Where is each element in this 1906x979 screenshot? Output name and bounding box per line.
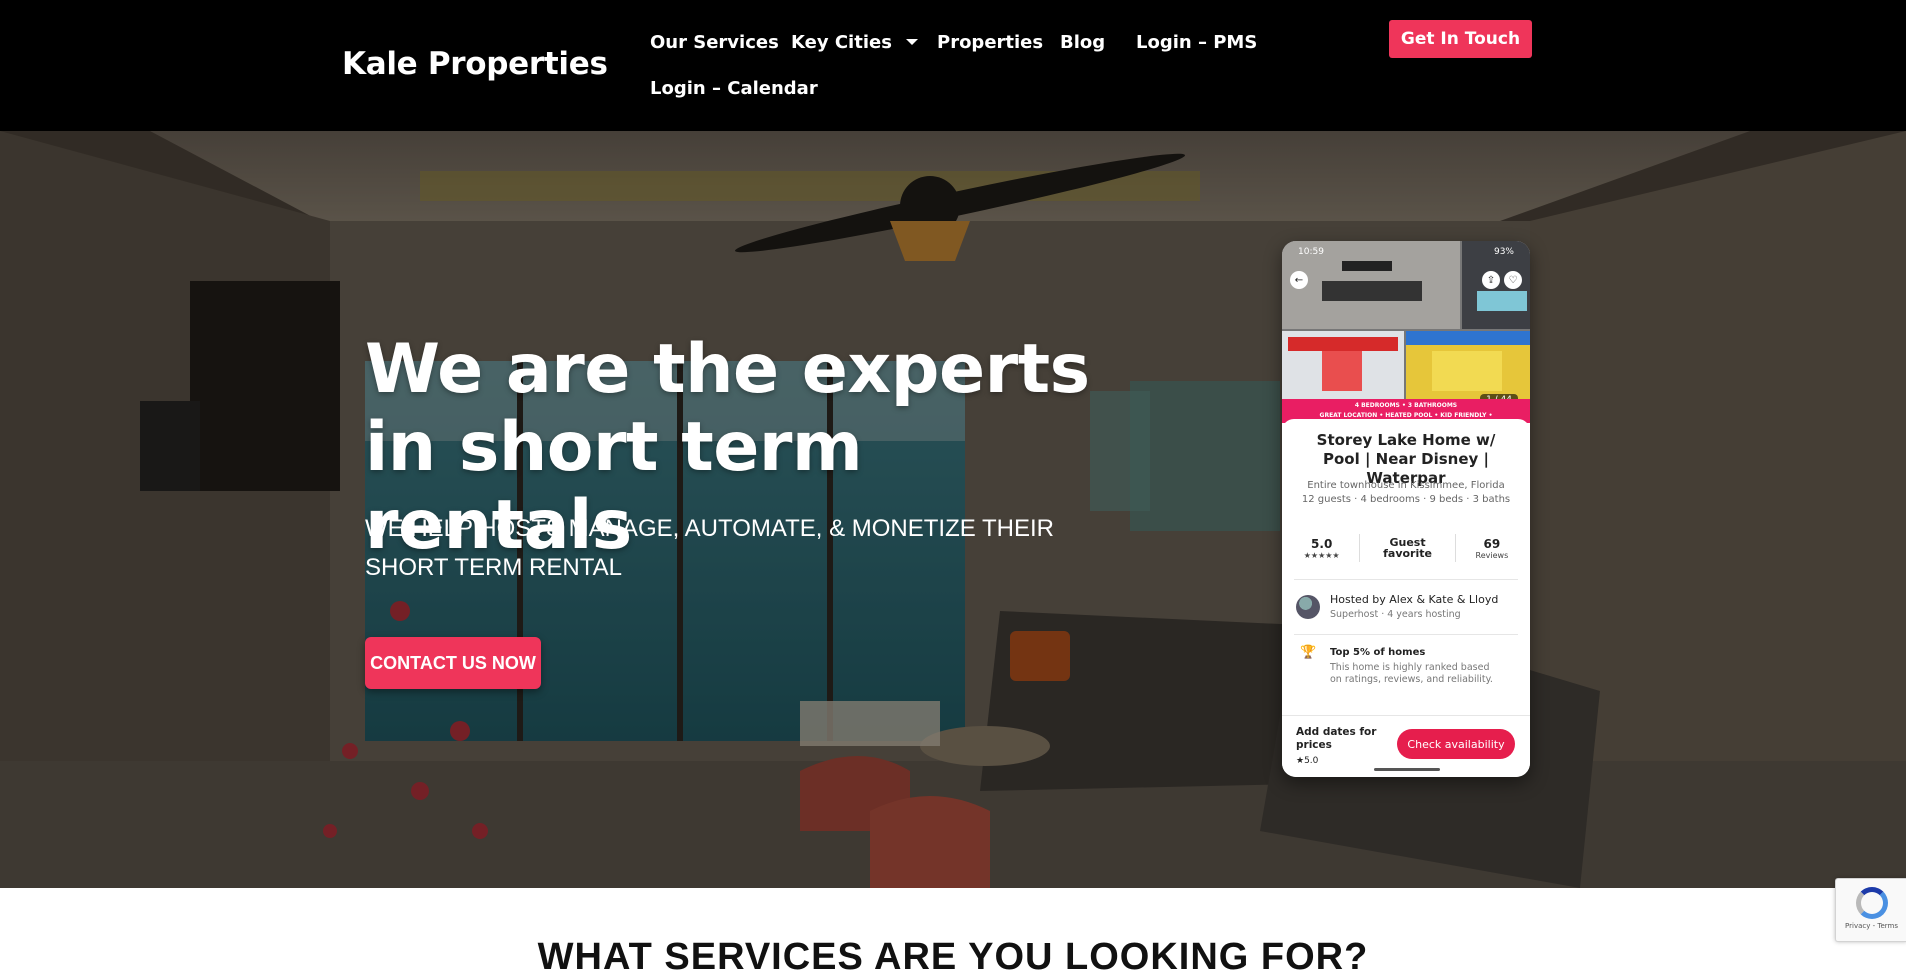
nav-our-services[interactable]: Our Services xyxy=(650,32,779,53)
footer-rating: ★5.0 xyxy=(1296,756,1319,766)
reviews-label: Reviews xyxy=(1475,550,1509,560)
host-meta: Superhost · 4 years hosting xyxy=(1330,609,1461,620)
top-homes-description: This home is highly ranked based on rati… xyxy=(1330,662,1493,685)
recaptcha-icon xyxy=(1855,887,1888,919)
divider xyxy=(1294,634,1518,635)
rating-value: 5.0 xyxy=(1311,536,1333,551)
contact-us-now-button[interactable]: CONTACT US NOW xyxy=(365,637,541,689)
host-avatar xyxy=(1296,595,1320,619)
nav-properties[interactable]: Properties xyxy=(937,32,1043,53)
recaptcha-links[interactable]: Privacy - Terms xyxy=(1836,922,1906,930)
back-arrow-icon[interactable]: ← xyxy=(1290,271,1308,289)
reviews-count: 69 xyxy=(1483,536,1501,551)
top-navigation: Kale Properties Our Services Key Cities … xyxy=(0,0,1906,131)
nav-key-cities[interactable]: Key Cities xyxy=(791,32,918,53)
listing-capacity: 12 guests · 4 bedrooms · 9 beds · 3 bath… xyxy=(1301,494,1511,505)
nav-login-pms[interactable]: Login – PMS xyxy=(1136,32,1257,53)
nav-login-calendar[interactable]: Login – Calendar xyxy=(650,78,818,99)
nav-blog[interactable]: Blog xyxy=(1060,32,1105,53)
reviews-summary[interactable]: 69 Reviews xyxy=(1476,537,1509,560)
recaptcha-badge[interactable]: Privacy - Terms xyxy=(1835,878,1906,942)
services-section: WHAT SERVICES ARE YOU LOOKING FOR? xyxy=(0,888,1906,978)
status-time: 10:59 xyxy=(1298,247,1324,257)
listing-details: Storey Lake Home w/ Pool | Near Disney |… xyxy=(1282,419,1530,777)
status-battery: 93% xyxy=(1493,247,1514,257)
price-prompt: Add dates for prices xyxy=(1296,726,1377,751)
rating-score: 5.0 ★★★★★ xyxy=(1304,537,1340,560)
services-heading: WHAT SERVICES ARE YOU LOOKING FOR? xyxy=(537,936,1369,978)
get-in-touch-button[interactable]: Get In Touch xyxy=(1389,20,1532,58)
divider xyxy=(1455,534,1457,562)
guest-favorite-badge: Guest favorite xyxy=(1383,536,1432,560)
rating-stars-icon: ★★★★★ xyxy=(1303,550,1340,560)
home-indicator xyxy=(1374,768,1440,771)
phone-status-bar: 10:59 93% xyxy=(1282,241,1530,263)
share-icon[interactable]: ⇪ xyxy=(1482,271,1500,289)
heart-icon[interactable]: ♡ xyxy=(1504,271,1522,289)
rating-summary: 5.0 ★★★★★ Guest favorite 69 Reviews xyxy=(1294,530,1518,566)
listing-type: Entire townhouse in Kissimmee, Florida xyxy=(1307,480,1505,491)
chevron-down-icon xyxy=(905,39,918,45)
phone-screenshot: 10:59 93% ← ⇪ ♡ 1 / 44 4 BEDROOMS • 3 BA… xyxy=(1282,241,1530,777)
site-logo[interactable]: Kale Properties xyxy=(342,46,608,82)
banner-line-1: 4 BEDROOMS • 3 BATHROOMS xyxy=(1354,402,1458,409)
divider xyxy=(1359,534,1361,562)
nav-key-cities-label: Key Cities xyxy=(791,32,892,53)
host-name: Hosted by Alex & Kate & Lloyd xyxy=(1330,593,1499,606)
booking-footer: Add dates for prices ★5.0 Check availabi… xyxy=(1282,715,1530,777)
top-homes-title: Top 5% of homes xyxy=(1330,647,1426,658)
hero-subheadline: WE HELP HOSTS MANAGE, AUTOMATE, & MONETI… xyxy=(365,515,1054,581)
hero-section: We are the experts in short term rentals… xyxy=(0,131,1906,888)
check-availability-button[interactable]: Check availability xyxy=(1397,729,1515,759)
trophy-icon: 🏆 xyxy=(1300,645,1317,660)
divider xyxy=(1294,579,1518,580)
